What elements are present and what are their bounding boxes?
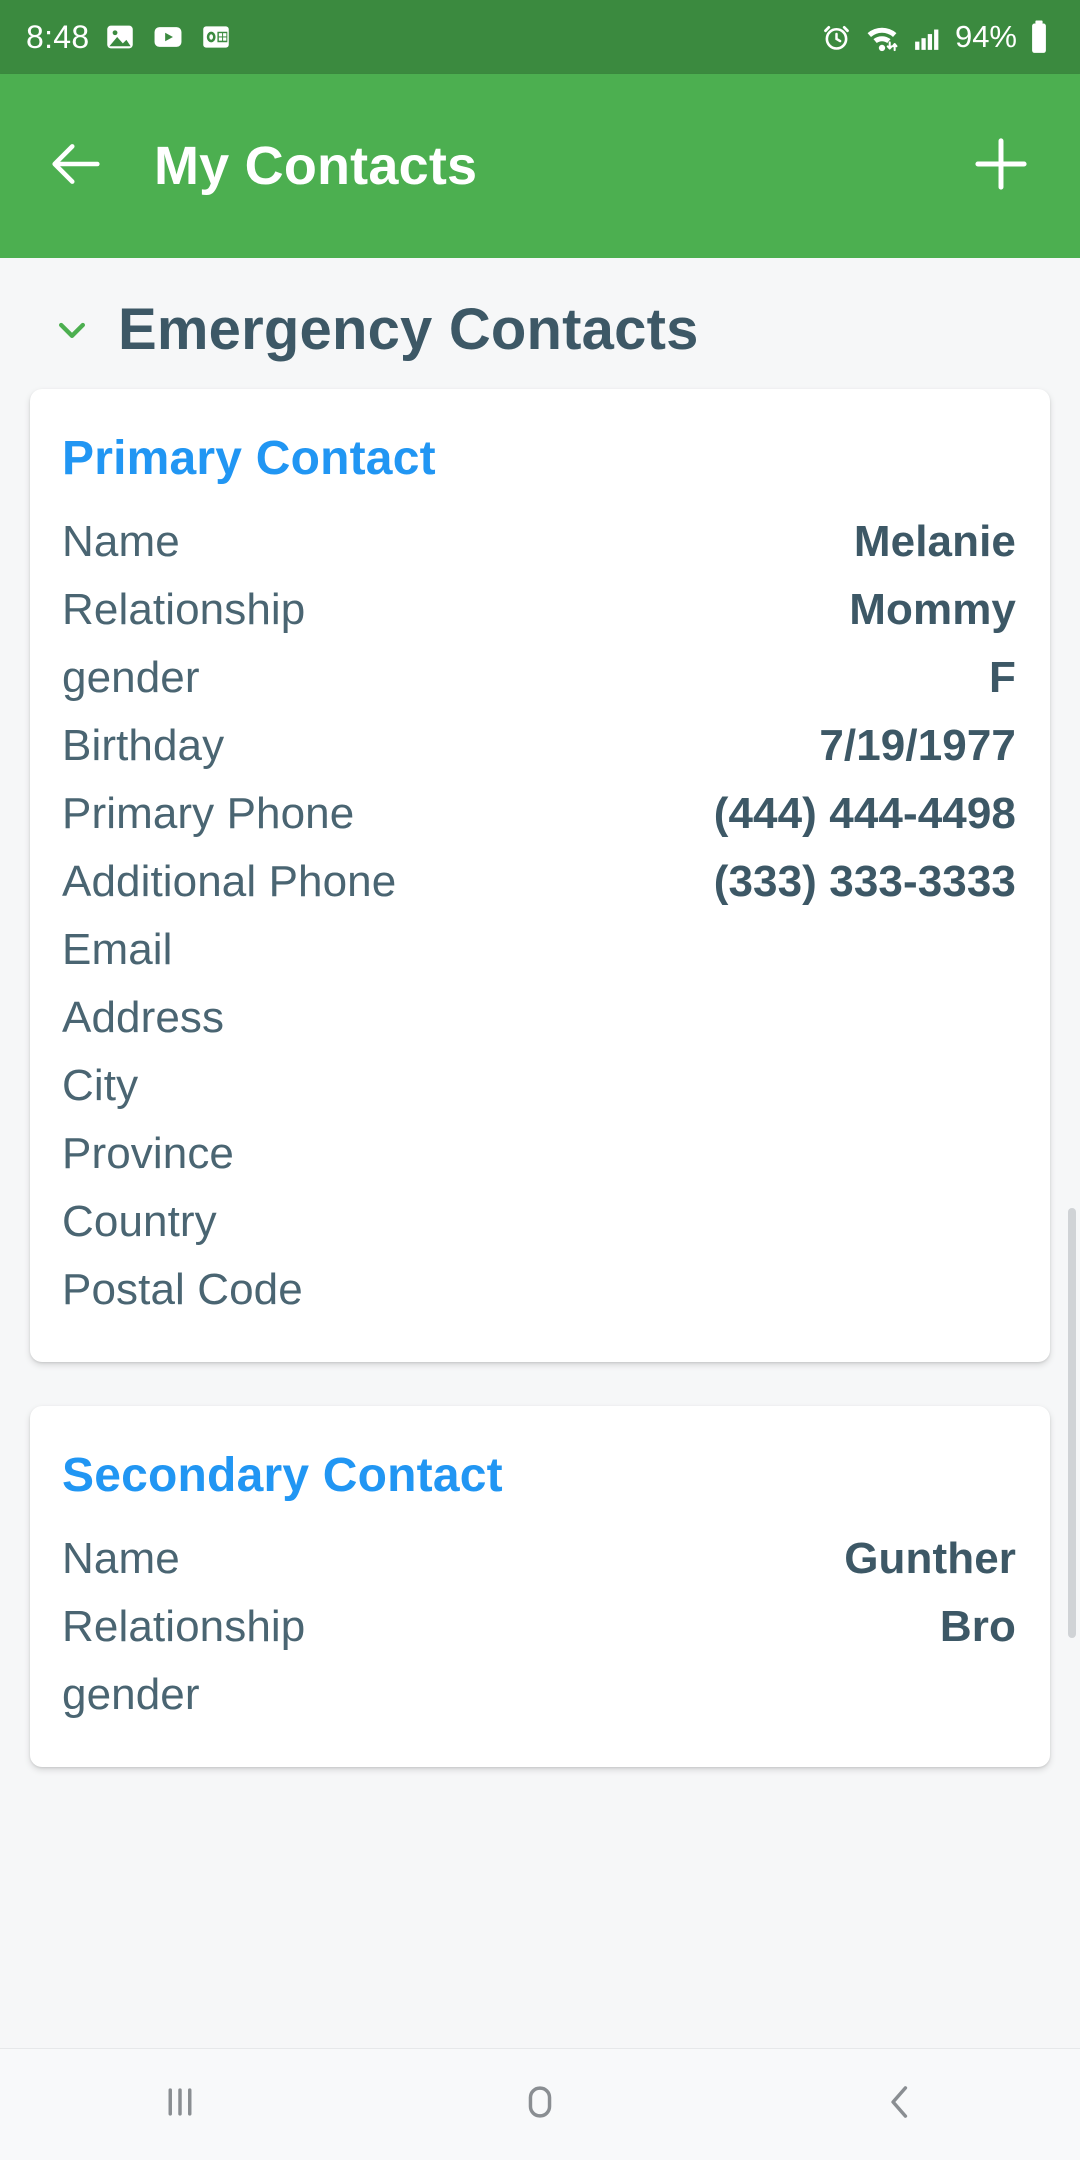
table-row[interactable]: Birthday 7/19/1977 [62,712,1018,780]
row-label: Email [62,925,173,974]
status-bar-clock: 8:48 [26,18,90,55]
cellular-signal-icon [911,21,944,54]
row-label: Name [62,517,180,566]
table-row[interactable]: gender [62,1661,1018,1729]
phone-screen: 8:48 94% My Contacts Emergency Contacts … [0,0,1080,2160]
contacts-scroll-area[interactable]: Emergency Contacts Primary Contact Name … [0,258,1080,2048]
row-value: F [989,653,1016,702]
row-label: Relationship [62,1602,306,1651]
table-row[interactable]: Email [62,916,1018,984]
row-label: Postal Code [62,1265,303,1314]
battery-icon [1028,19,1050,55]
table-row[interactable]: Primary Phone (444) 444-4498 [62,780,1018,848]
row-label: Name [62,1534,180,1583]
table-row[interactable]: Name Gunther [62,1525,1018,1593]
row-value: Melanie [853,517,1016,566]
back-button-nav[interactable] [810,2049,990,2160]
row-value: Gunther [844,1534,1016,1583]
row-value: 7/19/1977 [819,721,1016,770]
row-label: Province [62,1129,234,1178]
row-label: Country [62,1197,217,1246]
row-label: gender [62,1670,200,1719]
home-icon [514,2076,566,2133]
row-label: gender [62,653,200,702]
chevron-down-icon[interactable] [52,310,92,350]
row-label: Additional Phone [62,857,397,906]
contact-card-primary[interactable]: Primary Contact Name Melanie Relationshi… [30,389,1050,1362]
table-row[interactable]: Name Melanie [62,508,1018,576]
table-row[interactable]: Relationship Bro [62,1593,1018,1661]
add-contact-button[interactable] [962,127,1040,205]
back-button[interactable] [40,130,112,202]
contact-card-secondary[interactable]: Secondary Contact Name Gunther Relations… [30,1406,1050,1767]
plus-icon [968,131,1034,202]
home-button[interactable] [450,2049,630,2160]
row-label: Primary Phone [62,789,355,838]
page-title: My Contacts [154,136,478,196]
table-row[interactable]: Province [62,1120,1018,1188]
gallery-icon [103,20,137,54]
table-row[interactable]: gender F [62,644,1018,712]
emergency-contacts-section-header[interactable]: Emergency Contacts [0,258,1080,389]
recents-button[interactable] [90,2049,270,2160]
recents-icon [154,2076,206,2133]
table-row[interactable]: Relationship Mommy [62,576,1018,644]
table-row[interactable]: Address [62,984,1018,1052]
row-value: (444) 444-4498 [713,789,1016,838]
row-label: Address [62,993,225,1042]
row-label: City [62,1061,139,1110]
row-label: Relationship [62,585,306,634]
status-bar-left: 8:48 [26,19,233,56]
table-row[interactable]: Additional Phone (333) 333-3333 [62,848,1018,916]
row-label: Birthday [62,721,225,770]
arrow-left-icon [44,132,108,201]
alarm-icon [820,21,853,54]
status-bar-right: 94% [820,19,1054,55]
status-bar: 8:48 94% [0,0,1080,74]
table-row[interactable]: Postal Code [62,1256,1018,1324]
card-title-secondary: Secondary Contact [62,1449,503,1502]
card-title-primary: Primary Contact [62,432,436,485]
row-value: Mommy [849,585,1016,634]
back-chevron-icon [874,2076,926,2133]
table-row[interactable]: City [62,1052,1018,1120]
battery-percent-label: 94% [954,19,1017,54]
system-navigation-bar [0,2048,1080,2160]
youtube-icon [151,20,185,54]
row-value: (333) 333-3333 [713,857,1016,906]
row-value: Bro [939,1602,1016,1651]
app-bar: My Contacts [0,74,1080,258]
wifi-icon [864,21,900,54]
vertical-scrollbar[interactable] [1068,1208,1076,1638]
outlook-icon [199,20,233,54]
table-row[interactable]: Country [62,1188,1018,1256]
section-title: Emergency Contacts [118,297,699,362]
